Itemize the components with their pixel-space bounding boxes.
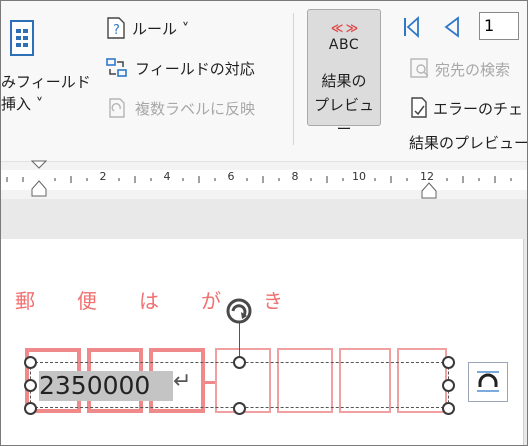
check-errors-icon [409, 96, 429, 120]
insert-field-line1: みフィールド [1, 73, 91, 91]
insert-field-line2: 挿入 ˅ [1, 95, 44, 113]
previous-record-icon[interactable] [441, 15, 461, 39]
rotate-handle-icon[interactable] [223, 294, 257, 328]
rules-icon: ? [105, 16, 127, 40]
postal-heading-char: 便 [77, 289, 97, 313]
word-window: みフィールド 挿入 ˅ ? ルール ˅ フィールドの対応 複数ラベルに反映 ≪ … [0, 0, 528, 446]
resize-handle[interactable] [24, 356, 37, 369]
ruler-number: 6 [227, 170, 235, 183]
preview-label: 結果の プレビュー [308, 69, 380, 141]
find-recipient-button[interactable]: 宛先の検索 [435, 59, 510, 80]
find-recipient-icon [409, 57, 431, 79]
ribbon-group-label: 結果のプレビュー [409, 134, 528, 152]
preview-label-line2: プレビュー [313, 96, 374, 138]
match-fields-button[interactable]: フィールドの対応 [135, 58, 255, 79]
postal-code-field[interactable]: 2350000 [39, 371, 173, 401]
postal-heading-char: は [139, 289, 159, 313]
layout-options-icon [477, 371, 499, 392]
resize-handle[interactable] [233, 402, 246, 415]
update-labels-icon [105, 96, 129, 120]
ruler-number: 8 [291, 170, 299, 183]
rules-button[interactable]: ルール ˅ [132, 18, 189, 39]
insert-merge-field-button[interactable]: みフィールド 挿入 ˅ [1, 71, 91, 115]
resize-handle[interactable] [442, 356, 455, 369]
layout-options-button[interactable] [468, 362, 508, 402]
ruler-number: 2 [99, 170, 107, 183]
insert-merge-field-icon[interactable] [5, 19, 45, 63]
preview-abc-icon: ABC [328, 37, 360, 53]
right-indent-marker-icon[interactable] [421, 167, 437, 199]
paragraph-mark: ↵ [173, 369, 192, 394]
postal-heading-char: き [263, 289, 283, 313]
match-fields-icon [105, 56, 129, 80]
resize-handle[interactable] [233, 356, 246, 369]
svg-text:?: ? [113, 23, 120, 38]
postal-heading: 郵便はがき [15, 285, 325, 314]
left-indent-marker-icon[interactable] [30, 159, 48, 199]
resize-handle[interactable] [442, 402, 455, 415]
preview-label-line1: 結果の [321, 72, 367, 90]
ribbon-separator [293, 13, 294, 145]
resize-handle[interactable] [24, 379, 37, 392]
horizontal-ruler: 2 4 6 8 10 12 [1, 170, 527, 190]
first-record-icon[interactable] [401, 15, 421, 39]
ruler-number: 10 [352, 170, 366, 183]
update-labels-button[interactable]: 複数ラベルに反映 [135, 98, 255, 119]
postal-heading-char: 郵 [15, 289, 35, 313]
resize-handle[interactable] [24, 402, 37, 415]
preview-results-button[interactable]: ≪ ≫ ABC 結果の プレビュー [307, 9, 381, 138]
record-number-input[interactable]: 1 [479, 12, 519, 40]
ruler-number: 4 [163, 170, 171, 183]
ribbon: みフィールド 挿入 ˅ ? ルール ˅ フィールドの対応 複数ラベルに反映 ≪ … [1, 1, 527, 161]
preview-chevrons-icon: ≪ ≫ [330, 21, 358, 35]
check-errors-button[interactable]: エラーのチェ [433, 98, 523, 119]
resize-handle[interactable] [442, 379, 455, 392]
